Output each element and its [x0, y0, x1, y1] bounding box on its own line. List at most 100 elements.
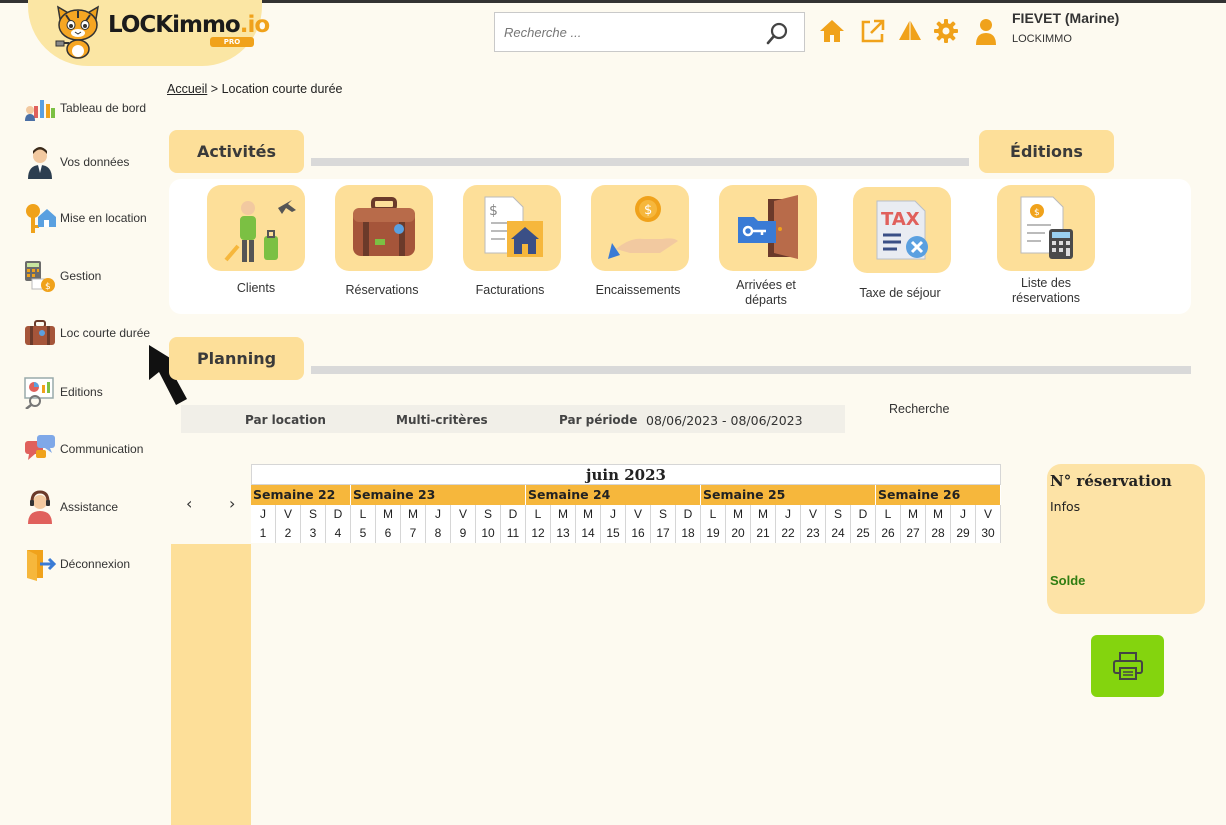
calendar-day-cell[interactable]: 21	[751, 524, 776, 543]
breadcrumb-current: Location courte durée	[221, 82, 343, 96]
reservations-tile[interactable]	[335, 185, 433, 271]
sidebar-item-assistance[interactable]: Assistance	[24, 489, 164, 525]
facturations-label[interactable]: Facturations	[463, 283, 557, 298]
calendar-day-cell[interactable]: 26	[876, 524, 901, 543]
calendar-week-header: Semaine 23	[351, 485, 526, 505]
taxe-de-sejour-tile[interactable]: TAX	[853, 187, 951, 273]
calendar-day-cell[interactable]: 27	[901, 524, 926, 543]
calendar-day-cell[interactable]: 18	[676, 524, 701, 543]
liste-des-reservations-label[interactable]: Liste des réservations	[997, 276, 1095, 306]
calendar-weekdays-row: JVSDLMMJVSDLMMJVSDLMMJVSDLMMJV	[251, 505, 1001, 524]
calendar-week-header: Semaine 25	[701, 485, 876, 505]
calculator-icon: $	[25, 261, 55, 292]
calendar-day-cell[interactable]: 1	[251, 524, 276, 543]
tiger-mascot-icon	[55, 5, 100, 59]
calendar-day-cell[interactable]: 11	[501, 524, 526, 543]
sidebar-item-editions[interactable]: Editions	[24, 374, 164, 410]
facturations-tile[interactable]: $	[463, 185, 561, 271]
calendar-weekday-cell: S	[301, 505, 326, 524]
calendar-prev-button[interactable]: ‹	[186, 494, 192, 513]
sidebar-item-mise-en-location[interactable]: Mise en location	[24, 200, 164, 236]
sidebar-item-vos-donnees[interactable]: Vos données	[24, 144, 164, 180]
dashboard-icon	[25, 100, 55, 121]
calendar-day-cell[interactable]: 28	[926, 524, 951, 543]
filter-multi-criteres[interactable]: Multi-critères	[396, 413, 488, 427]
sidebar-item-loc-courte-duree[interactable]: Loc courte durée	[24, 315, 164, 351]
calendar-week-header: Semaine 22	[251, 485, 351, 505]
calendar-day-cell[interactable]: 14	[576, 524, 601, 543]
arrivees-departs-tile[interactable]	[719, 185, 817, 271]
search-icon[interactable]	[766, 21, 790, 45]
calendar-day-cell[interactable]: 19	[701, 524, 726, 543]
calendar-day-cell[interactable]: 20	[726, 524, 751, 543]
user-name[interactable]: FIEVET (Marine)	[1012, 10, 1119, 26]
rentals-column	[171, 544, 251, 825]
calendar-weekday-cell: J	[251, 505, 276, 524]
clients-label[interactable]: Clients	[207, 281, 305, 296]
calendar-day-cell[interactable]: 24	[826, 524, 851, 543]
taxe-de-sejour-label[interactable]: Taxe de séjour	[853, 286, 947, 301]
sidebar-item-gestion[interactable]: $ Gestion	[24, 258, 164, 294]
sidebar-item-deconnexion[interactable]: Déconnexion	[24, 546, 164, 582]
calendar-day-cell[interactable]: 9	[451, 524, 476, 543]
calendar-day-cell[interactable]: 10	[476, 524, 501, 543]
svg-text:$: $	[45, 282, 51, 292]
date-range-field[interactable]: 08/06/2023 - 08/06/2023	[646, 413, 803, 428]
calendar-day-cell[interactable]: 2	[276, 524, 301, 543]
gear-icon[interactable]	[933, 18, 959, 44]
calendar-day-cell[interactable]: 4	[326, 524, 351, 543]
calendar-day-cell[interactable]: 12	[526, 524, 551, 543]
calendar-day-cell[interactable]: 22	[776, 524, 801, 543]
section-planning-title: Planning	[169, 337, 304, 380]
calendar-weekday-cell: D	[326, 505, 351, 524]
calendar-day-cell[interactable]: 15	[601, 524, 626, 543]
encaissements-label[interactable]: Encaissements	[591, 283, 685, 298]
sidebar-item-tableau-de-bord[interactable]: Tableau de bord	[24, 90, 164, 126]
calendar-day-cell[interactable]: 23	[801, 524, 826, 543]
calendar-weekday-cell: L	[526, 505, 551, 524]
calendar-month-title: juin 2023	[251, 464, 1001, 485]
report-icon	[24, 377, 54, 409]
sidebar-item-communication[interactable]: Communication	[24, 431, 164, 467]
key-house-icon	[26, 204, 56, 233]
chat-icon	[25, 435, 55, 460]
recherche-button[interactable]: Recherche	[889, 402, 949, 416]
clients-tile[interactable]	[207, 185, 305, 271]
calendar-next-button[interactable]: ›	[229, 494, 235, 513]
calendar-day-cell[interactable]: 16	[626, 524, 651, 543]
suitcase-icon	[25, 320, 55, 345]
calendar-days-row: 1 2 3 4 5 6 7 8 9 10 11 12 13 14 15 16 17 18 19 20 21 22 23 24 2…	[251, 524, 1001, 543]
search-input[interactable]	[495, 13, 745, 51]
user-profile-icon[interactable]	[974, 18, 998, 46]
print-button[interactable]	[1091, 635, 1164, 697]
calendar-day-cell[interactable]: 17	[651, 524, 676, 543]
calendar-day-cell[interactable]: 6	[376, 524, 401, 543]
calendar-day-cell[interactable]: 13	[551, 524, 576, 543]
calendar-weeks-row: Semaine 22 Semaine 23 Semaine 24 Semaine 25…	[251, 485, 1001, 505]
filter-par-periode[interactable]: Par période	[559, 413, 637, 427]
planning-calendar: juin 2023 Semaine 22 Semaine 23 Semaine 24…	[251, 464, 1001, 543]
calendar-day-cell[interactable]: 5	[351, 524, 376, 543]
filter-par-location[interactable]: Par location	[245, 413, 326, 427]
calendar-day-cell[interactable]: 3	[301, 524, 326, 543]
calendar-weekday-cell: L	[876, 505, 901, 524]
arrivees-departs-label[interactable]: Arrivées et départs	[719, 278, 813, 308]
calendar-day-cell[interactable]: 29	[951, 524, 976, 543]
calendar-weekday-cell: V	[276, 505, 301, 524]
reservations-label[interactable]: Réservations	[335, 283, 429, 298]
liste-des-reservations-tile[interactable]: $	[997, 185, 1095, 271]
printer-icon	[1112, 652, 1143, 680]
calendar-day-cell[interactable]: 8	[426, 524, 451, 543]
calendar-week-header: Semaine 26	[876, 485, 1001, 505]
breadcrumb-home-link[interactable]: Accueil	[167, 82, 207, 96]
alert-triangle-icon[interactable]	[897, 18, 923, 44]
svg-text:TAX: TAX	[881, 209, 920, 230]
home-icon[interactable]	[819, 18, 845, 44]
calendar-weekday-cell: M	[401, 505, 426, 524]
external-link-icon[interactable]	[860, 18, 886, 44]
calendar-day-cell[interactable]: 25	[851, 524, 876, 543]
calendar-day-cell[interactable]: 30	[976, 524, 1001, 543]
logo-wordmark[interactable]: LOCKimmo.io	[108, 12, 270, 38]
encaissements-tile[interactable]: $	[591, 185, 689, 271]
calendar-day-cell[interactable]: 7	[401, 524, 426, 543]
